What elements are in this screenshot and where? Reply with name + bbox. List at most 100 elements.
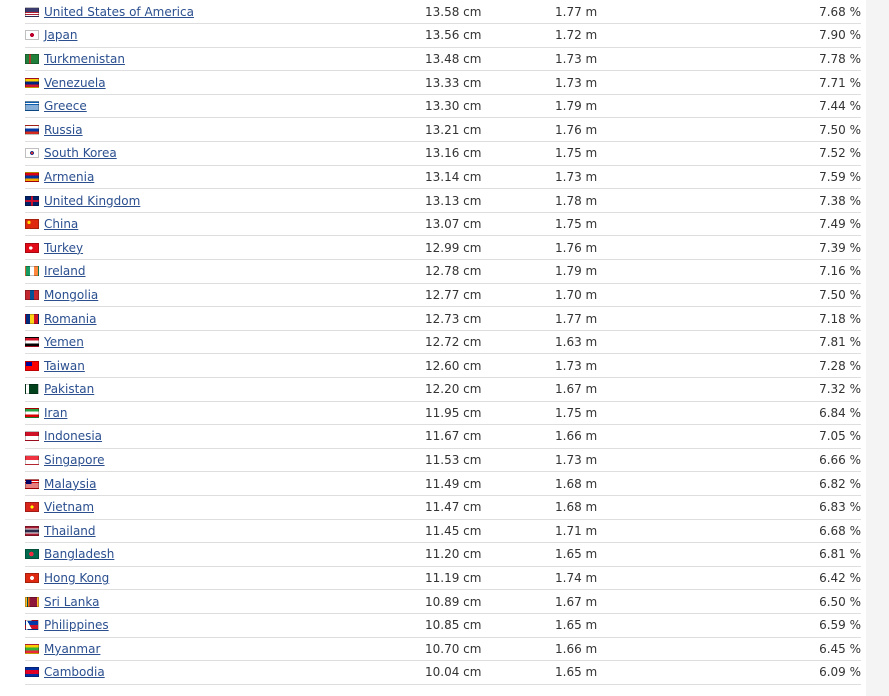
country-link[interactable]: Japan <box>44 28 77 42</box>
country-cell: United Kingdom <box>25 189 425 213</box>
country-link[interactable]: Philippines <box>44 618 109 632</box>
height-cell: 1.76 m <box>555 122 598 137</box>
percent-cell: 6.66 % <box>819 453 861 468</box>
height-cell: 1.73 m <box>555 51 598 66</box>
country-link[interactable]: Romania <box>44 312 96 326</box>
table-row: Iran 11.95 cm 1.75 m 6.84 % <box>25 401 861 425</box>
table-row: Thailand 11.45 cm 1.71 m 6.68 % <box>25 519 861 543</box>
percent-cell: 7.59 % <box>819 169 861 184</box>
percent-cell: 7.05 % <box>819 429 861 444</box>
country-link[interactable]: Turkey <box>44 241 83 255</box>
country-cell: Iran <box>25 401 425 425</box>
country-link[interactable]: Mongolia <box>44 288 98 302</box>
percent-cell: 7.32 % <box>819 382 861 397</box>
height-cell: 1.75 m <box>555 217 598 232</box>
table-row: Yemen 12.72 cm 1.63 m 7.81 % <box>25 330 861 354</box>
taiwan-flag-icon <box>25 360 39 371</box>
penis-size-cell: 11.49 cm <box>425 476 482 491</box>
table-row: Cambodia 10.04 cm 1.65 m 6.09 % <box>25 661 861 685</box>
country-cell: Bangladesh <box>25 543 425 567</box>
country-link[interactable]: Malaysia <box>44 477 96 491</box>
table-row: Greece 13.30 cm 1.79 m 7.44 % <box>25 94 861 118</box>
malaysia-flag-icon <box>25 478 39 489</box>
table-row: Vietnam 11.47 cm 1.68 m 6.83 % <box>25 495 861 520</box>
table-row: Taiwan 12.60 cm 1.73 m 7.28 % <box>25 354 861 378</box>
country-link[interactable]: Turkmenistan <box>44 52 125 66</box>
country-cell: Vietnam <box>25 495 425 519</box>
country-cell: Turkey <box>25 236 425 260</box>
country-cell: South Korea <box>25 142 425 166</box>
country-link[interactable]: South Korea <box>44 146 117 160</box>
percent-cell: 6.09 % <box>819 665 861 680</box>
hong-kong-flag-icon <box>25 573 39 584</box>
turkey-flag-icon <box>25 242 39 253</box>
percent-cell: 6.50 % <box>819 594 861 609</box>
percent-cell: 7.44 % <box>819 99 861 114</box>
percent-cell: 7.52 % <box>819 146 861 161</box>
country-link[interactable]: Yemen <box>44 335 84 349</box>
table-row: Philippines 10.85 cm 1.65 m 6.59 % <box>25 613 861 638</box>
country-link[interactable]: Armenia <box>44 170 94 184</box>
country-link[interactable]: Thailand <box>44 524 96 538</box>
country-link[interactable]: Greece <box>44 99 87 113</box>
height-cell: 1.65 m <box>555 665 598 680</box>
country-cell: Ireland <box>25 260 425 284</box>
cambodia-flag-icon <box>25 667 39 678</box>
country-link[interactable]: Pakistan <box>44 382 94 396</box>
penis-size-cell: 12.73 cm <box>425 311 482 326</box>
penis-size-cell: 13.21 cm <box>425 122 482 137</box>
table-row: Pakistan 12.20 cm 1.67 m 7.32 % <box>25 378 861 402</box>
pakistan-flag-icon <box>25 384 39 395</box>
height-cell: 1.75 m <box>555 405 598 420</box>
country-link[interactable]: Hong Kong <box>44 571 109 585</box>
penis-size-cell: 11.20 cm <box>425 547 482 562</box>
country-link[interactable]: Vietnam <box>44 500 94 514</box>
country-link[interactable]: Venezuela <box>44 76 106 90</box>
country-cell: United States of America <box>25 0 425 24</box>
country-link[interactable]: Cambodia <box>44 665 105 679</box>
height-cell: 1.65 m <box>555 618 598 633</box>
country-data-table: United States of America 13.58 cm 1.77 m 7.… <box>25 0 861 685</box>
penis-size-cell: 13.07 cm <box>425 217 482 232</box>
country-link[interactable]: Myanmar <box>44 642 100 656</box>
country-link[interactable]: Ireland <box>44 264 86 278</box>
south-korea-flag-icon <box>25 148 39 159</box>
table-row: Hong Kong 11.19 cm 1.74 m 6.42 % <box>25 566 861 590</box>
country-link[interactable]: China <box>44 217 78 231</box>
country-link[interactable]: Bangladesh <box>44 547 114 561</box>
country-link[interactable]: Taiwan <box>44 359 85 373</box>
percent-cell: 7.38 % <box>819 193 861 208</box>
percent-cell: 6.82 % <box>819 476 861 491</box>
penis-size-cell: 12.20 cm <box>425 382 482 397</box>
thailand-flag-icon <box>25 525 39 536</box>
height-cell: 1.73 m <box>555 358 598 373</box>
table-row: China 13.07 cm 1.75 m 7.49 % <box>25 212 861 236</box>
country-cell: Japan <box>25 24 425 48</box>
romania-flag-icon <box>25 313 39 324</box>
country-link[interactable]: Russia <box>44 123 83 137</box>
table-row: Malaysia 11.49 cm 1.68 m 6.82 % <box>25 472 861 496</box>
penis-size-cell: 12.99 cm <box>425 240 482 255</box>
country-link[interactable]: Singapore <box>44 453 105 467</box>
penis-size-cell: 12.78 cm <box>425 264 482 279</box>
table-row: South Korea 13.16 cm 1.75 m 7.52 % <box>25 142 861 166</box>
height-cell: 1.71 m <box>555 523 598 538</box>
percent-cell: 7.28 % <box>819 358 861 373</box>
country-link[interactable]: Indonesia <box>44 429 102 443</box>
country-cell: Sri Lanka <box>25 590 425 614</box>
country-cell: Thailand <box>25 519 425 543</box>
turkmenistan-flag-icon <box>25 53 39 64</box>
country-link[interactable]: Iran <box>44 406 67 420</box>
height-cell: 1.76 m <box>555 240 598 255</box>
height-cell: 1.63 m <box>555 335 598 350</box>
penis-size-cell: 13.13 cm <box>425 193 482 208</box>
penis-size-cell: 11.47 cm <box>425 500 482 515</box>
height-cell: 1.79 m <box>555 264 598 279</box>
height-cell: 1.66 m <box>555 641 598 656</box>
country-link[interactable]: Sri Lanka <box>44 595 99 609</box>
scrollbar-track[interactable] <box>866 0 889 696</box>
country-link[interactable]: United States of America <box>44 5 194 19</box>
country-link[interactable]: United Kingdom <box>44 194 140 208</box>
penis-size-cell: 12.77 cm <box>425 287 482 302</box>
country-cell: Hong Kong <box>25 566 425 590</box>
